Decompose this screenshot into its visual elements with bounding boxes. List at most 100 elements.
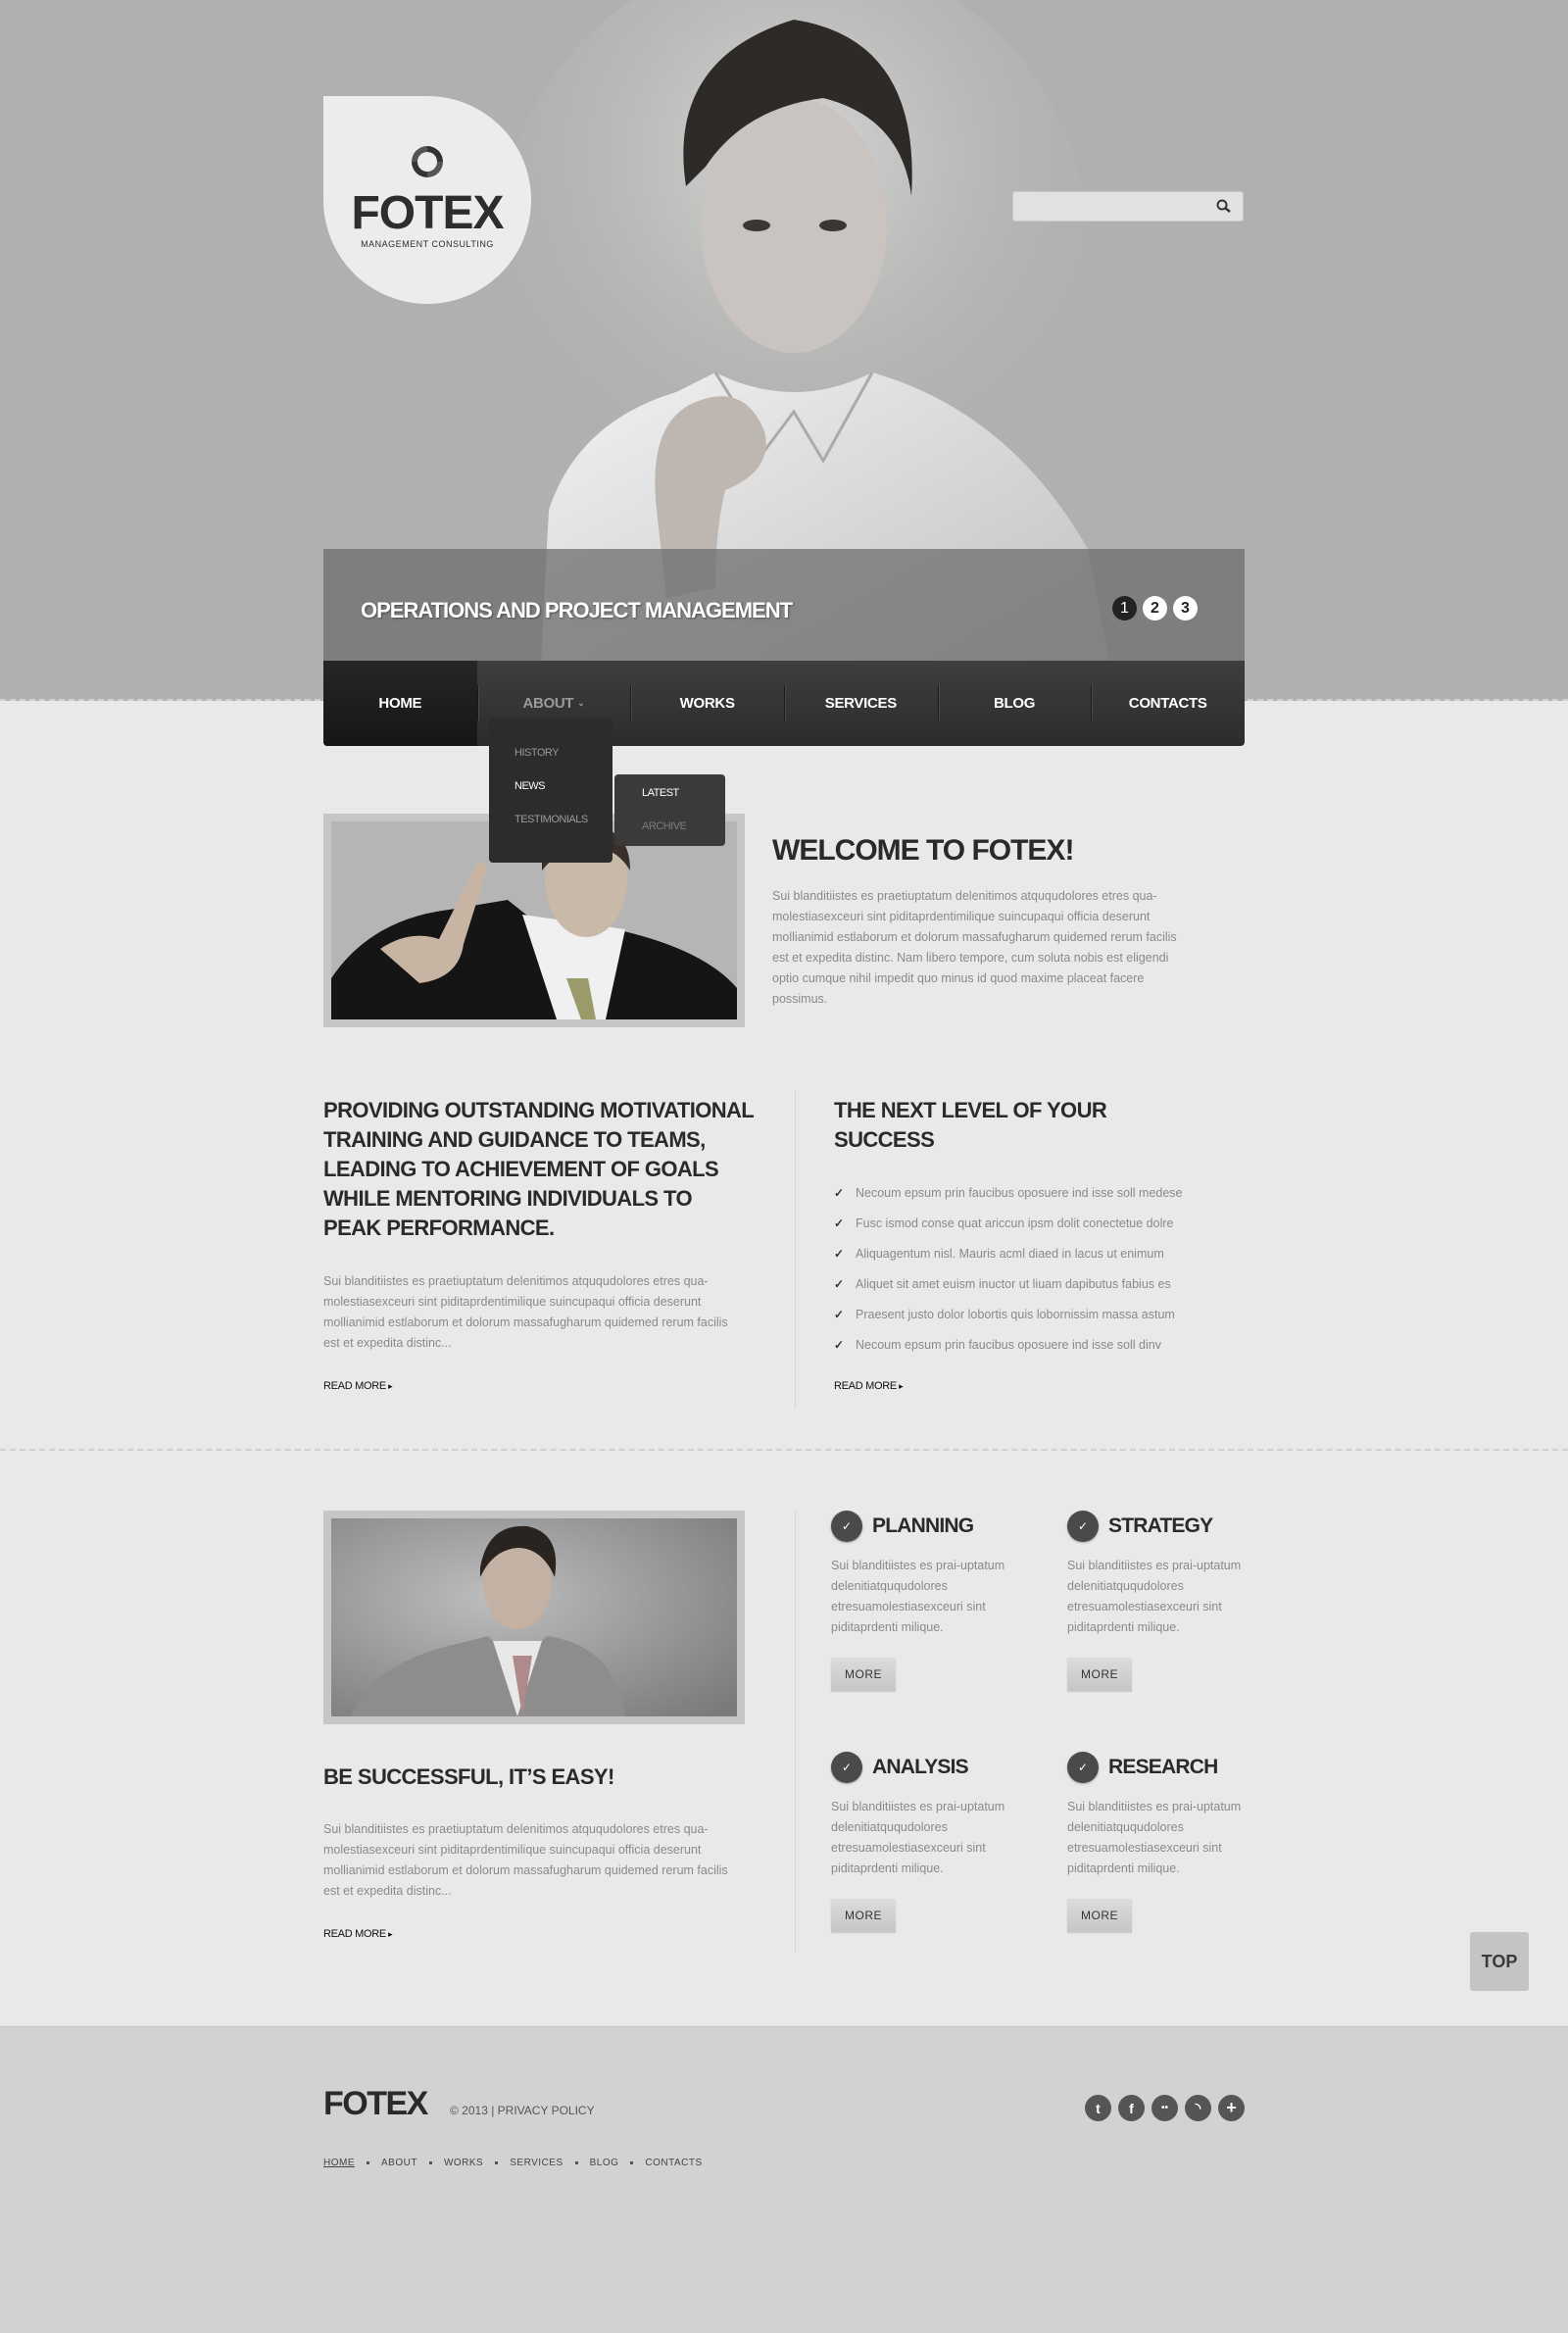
dropdown-item-news[interactable]: NEWS — [489, 780, 612, 814]
slider-caption: OPERATIONS AND PROJECT MANAGEMENT 1 2 3 — [323, 549, 1245, 661]
section-divider — [0, 1449, 1568, 1451]
service-research: ✓ RESEARCH Sui blanditiistes es prai-upta… — [1067, 1752, 1253, 1932]
strategy-more-button[interactable]: MORE — [1067, 1658, 1132, 1691]
motivation-title: PROVIDING OUTSTANDING MOTIVATIONAL TRAIN… — [323, 1098, 754, 1240]
footer-logo[interactable]: FOTEX — [323, 2085, 428, 2123]
check-circle-icon: ✓ — [831, 1511, 862, 1542]
check-circle-icon: ✓ — [1067, 1511, 1099, 1542]
analysis-more-button[interactable]: MORE — [831, 1899, 896, 1932]
logo-text: FOTEX — [351, 187, 504, 239]
easy-title: BE SUCCESSFUL, IT’S EASY! — [323, 1764, 614, 1789]
check-icon: ✓ — [834, 1246, 845, 1261]
nav-blog-label: BLOG — [993, 695, 1036, 712]
welcome-text: Sui blanditiistes es praetiuptatum delen… — [772, 889, 1177, 1006]
separator-dot — [574, 2161, 578, 2164]
check-icon: ✓ — [834, 1216, 845, 1230]
planning-more-button[interactable]: MORE — [831, 1658, 896, 1691]
list-item-text: Aliquagentum nisl. Mauris acml diaed in … — [856, 1246, 1164, 1261]
twitter-icon[interactable]: t — [1085, 2095, 1111, 2121]
scroll-top-button[interactable]: TOP — [1470, 1932, 1529, 1991]
motivation-read-more-link[interactable]: READ MORE — [323, 1380, 392, 1392]
flickr-icon[interactable]: •• — [1152, 2095, 1178, 2121]
slider-title: OPERATIONS AND PROJECT MANAGEMENT — [361, 598, 793, 622]
check-icon: ✓ — [834, 1276, 845, 1291]
logo-swirl-icon — [412, 146, 443, 177]
nav-works[interactable]: WORKS — [630, 661, 784, 746]
footer-nav-blog[interactable]: BLOG — [590, 2158, 619, 2168]
check-icon: ✓ — [834, 1185, 845, 1200]
nav-contacts[interactable]: CONTACTS — [1091, 661, 1245, 746]
about-dropdown-menu: HISTORY NEWS TESTIMONIALS — [489, 718, 612, 863]
news-submenu: LATEST ARCHIVE — [614, 774, 725, 846]
slider-page-2[interactable]: 2 — [1143, 596, 1167, 620]
research-more-button[interactable]: MORE — [1067, 1899, 1132, 1932]
next-level-read-more-link[interactable]: READ MORE — [834, 1380, 903, 1392]
list-item: ✓ Necoum epsum prin faucibus oposuere ind… — [834, 1329, 1246, 1360]
nav-blog[interactable]: BLOG — [937, 661, 1092, 746]
chevron-down-icon: ⌄ — [577, 698, 585, 708]
separator-dot — [367, 2161, 369, 2164]
nav-works-label: WORKS — [679, 695, 735, 712]
footer-nav-about[interactable]: ABOUT — [381, 2158, 417, 2168]
list-item: ✓ Necoum epsum prin faucibus oposuere ind… — [834, 1177, 1246, 1208]
dropdown-item-testimonials[interactable]: TESTIMONIALS — [489, 814, 612, 847]
footer-nav-home[interactable]: HOME — [323, 2158, 355, 2168]
header: FOTEX MANAGEMENT CONSULTING OPERATIONS A… — [0, 0, 1568, 701]
search-box — [1012, 191, 1244, 222]
nav-home[interactable]: HOME — [323, 661, 477, 746]
footer: FOTEX © 2013 | PRIVACY POLICY HOME ABOUT… — [0, 2026, 1568, 2333]
footer-copyright: © 2013 | PRIVACY POLICY — [450, 2104, 595, 2117]
service-title: PLANNING — [872, 1514, 974, 1537]
search-icon[interactable] — [1215, 199, 1233, 215]
footer-nav-services[interactable]: SERVICES — [510, 2158, 563, 2168]
easy-text: Sui blanditiistes es praetiuptatum delen… — [323, 1822, 728, 1898]
dropdown-item-history[interactable]: HISTORY — [489, 747, 612, 780]
welcome-title: WELCOME TO FOTEX! — [772, 834, 1074, 867]
plus-icon[interactable]: + — [1218, 2095, 1245, 2121]
check-circle-icon: ✓ — [831, 1752, 862, 1783]
check-icon: ✓ — [834, 1337, 845, 1352]
service-title: ANALYSIS — [872, 1756, 969, 1778]
footer-nav-works[interactable]: WORKS — [444, 2158, 483, 2168]
column-divider — [795, 1090, 796, 1409]
service-text: Sui blanditiistes es prai-uptatum deleni… — [831, 1559, 1005, 1634]
motivation-text: Sui blanditiistes es praetiuptatum delen… — [323, 1274, 728, 1350]
check-icon: ✓ — [834, 1307, 845, 1321]
service-title: STRATEGY — [1108, 1514, 1213, 1537]
service-text: Sui blanditiistes es prai-uptatum deleni… — [831, 1800, 1005, 1875]
logo-tagline: MANAGEMENT CONSULTING — [361, 239, 494, 249]
easy-photo-frame — [323, 1511, 745, 1724]
nav-contacts-label: CONTACTS — [1128, 695, 1207, 712]
slider-page-3[interactable]: 3 — [1173, 596, 1198, 620]
next-level-list: ✓ Necoum epsum prin faucibus oposuere ind… — [834, 1177, 1246, 1360]
facebook-icon[interactable]: f — [1118, 2095, 1145, 2121]
slider-pager: 1 2 3 — [1112, 596, 1198, 620]
separator-dot — [428, 2161, 432, 2164]
column-divider — [795, 1511, 796, 1952]
service-text: Sui blanditiistes es prai-uptatum deleni… — [1067, 1559, 1242, 1634]
easy-photo — [331, 1518, 737, 1716]
rss-icon[interactable]: ◝ — [1185, 2095, 1211, 2121]
service-text: Sui blanditiistes es prai-uptatum deleni… — [1067, 1800, 1242, 1875]
list-item: ✓ Aliquet sit amet euism inuctor ut liuam… — [834, 1268, 1246, 1299]
nav-services[interactable]: SERVICES — [784, 661, 938, 746]
slider-page-1[interactable]: 1 — [1112, 596, 1137, 620]
footer-nav: HOME ABOUT WORKS SERVICES BLOG CONTACTS — [323, 2158, 703, 2168]
service-strategy: ✓ STRATEGY Sui blanditiistes es prai-upta… — [1067, 1511, 1253, 1691]
footer-nav-contacts[interactable]: CONTACTS — [645, 2158, 702, 2168]
submenu-item-archive[interactable]: ARCHIVE — [614, 820, 725, 854]
list-item-text: Necoum epsum prin faucibus oposuere ind … — [856, 1185, 1183, 1200]
main-nav: HOME ABOUT ⌄ WORKS SERVICES BLOG CONTACTS — [323, 661, 1245, 746]
separator-dot — [495, 2161, 499, 2164]
nav-home-label: HOME — [378, 695, 422, 712]
list-item-text: Praesent justo dolor lobortis quis lobor… — [856, 1307, 1175, 1321]
nav-about-label: ABOUT — [522, 695, 574, 712]
privacy-policy-link[interactable]: PRIVACY POLICY — [498, 2104, 595, 2117]
copyright-text: © 2013 | — [450, 2104, 495, 2117]
submenu-item-latest[interactable]: LATEST — [614, 787, 725, 820]
service-planning: ✓ PLANNING Sui blanditiistes es prai-upta… — [831, 1511, 1017, 1691]
easy-read-more-link[interactable]: READ MORE — [323, 1928, 392, 1940]
search-input[interactable] — [1013, 192, 1209, 221]
logo[interactable]: FOTEX MANAGEMENT CONSULTING — [323, 96, 531, 304]
service-analysis: ✓ ANALYSIS Sui blanditiistes es prai-upta… — [831, 1752, 1017, 1932]
